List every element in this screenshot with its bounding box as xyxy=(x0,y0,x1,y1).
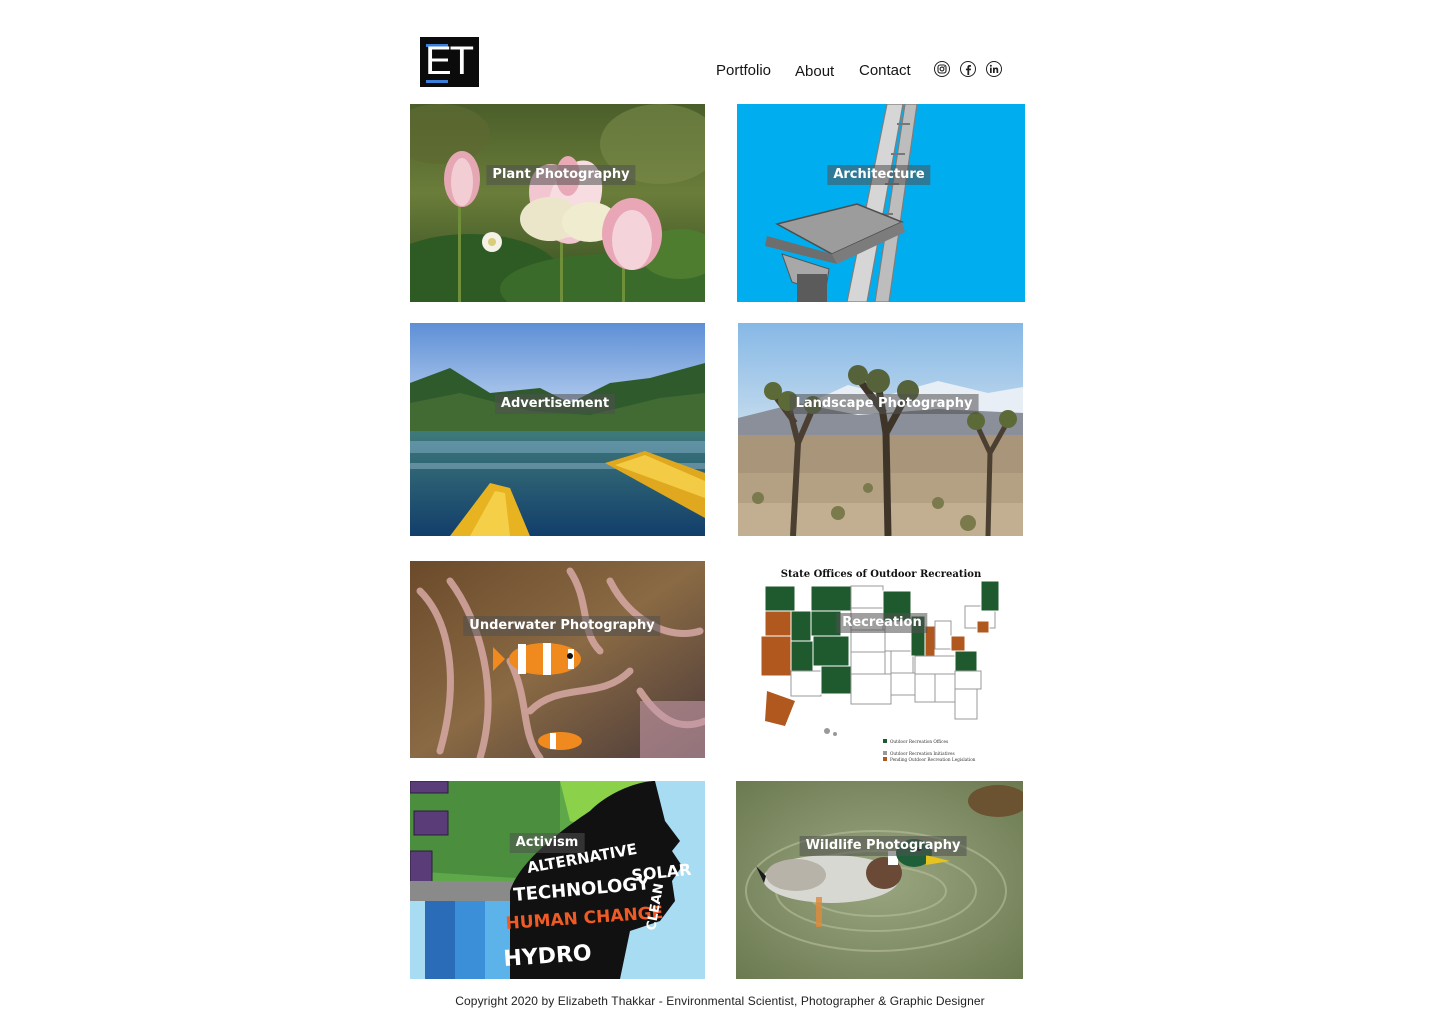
tile-label: Underwater Photography xyxy=(463,616,661,636)
tile-recreation[interactable]: State Offices of Outdoor Recreation Outd… xyxy=(755,561,1008,766)
facebook-icon[interactable] xyxy=(960,61,976,77)
tile-landscape-photography[interactable]: Landscape Photography xyxy=(738,323,1023,536)
nav-about-link[interactable]: About xyxy=(795,63,834,80)
tile-label: Advertisement xyxy=(494,394,616,414)
tile-label: Activism xyxy=(509,833,585,853)
map-legend-item: Pending Outdoor Recreation Legislation xyxy=(890,757,976,762)
nav-contact-link[interactable]: Contact xyxy=(859,62,911,79)
us-map-illustration: State Offices of Outdoor Recreation Outd… xyxy=(760,569,1000,762)
tile-label: Plant Photography xyxy=(486,165,636,185)
logo-accent-bar xyxy=(426,80,448,83)
tile-label: Landscape Photography xyxy=(789,394,979,414)
map-title: State Offices of Outdoor Recreation xyxy=(781,569,982,580)
tile-advertisement[interactable]: Advertisement xyxy=(410,323,705,536)
tile-architecture[interactable]: Architecture xyxy=(737,104,1025,302)
site-logo[interactable]: ET xyxy=(420,37,479,87)
mallard-duck-photo xyxy=(736,781,1023,979)
kayak-mosaic-photo xyxy=(410,323,705,536)
space-needle-illustration xyxy=(737,104,1025,302)
portfolio-page: ET Portfolio About Contact Plant Photogr… xyxy=(0,0,1440,1024)
tile-label: Recreation xyxy=(836,613,928,633)
map-legend-item: Outdoor Recreation Offices xyxy=(890,739,948,744)
instagram-icon[interactable] xyxy=(934,61,950,77)
activism-poster-illustration: ALTERNATIVE TECHNOLOGY HUMAN CHANGE HYDR… xyxy=(410,781,705,979)
footer-copyright: Copyright 2020 by Elizabeth Thakkar - En… xyxy=(455,994,985,1008)
tile-label: Architecture xyxy=(827,165,931,185)
lotus-photo xyxy=(410,104,705,302)
nav-portfolio-link[interactable]: Portfolio xyxy=(716,62,771,79)
tile-plant-photography[interactable]: Plant Photography xyxy=(410,104,705,302)
map-legend-item: Outdoor Recreation Initiatives xyxy=(890,751,955,756)
joshua-tree-photo xyxy=(738,323,1023,536)
tile-underwater-photography[interactable]: Underwater Photography xyxy=(410,561,705,758)
tile-wildlife-photography[interactable]: Wildlife Photography xyxy=(736,781,1023,979)
clownfish-photo xyxy=(410,561,705,758)
linkedin-icon[interactable] xyxy=(986,61,1002,77)
tile-activism[interactable]: ALTERNATIVE TECHNOLOGY HUMAN CHANGE HYDR… xyxy=(410,781,705,979)
tile-label: Wildlife Photography xyxy=(799,836,967,856)
logo-text: ET xyxy=(425,39,474,83)
